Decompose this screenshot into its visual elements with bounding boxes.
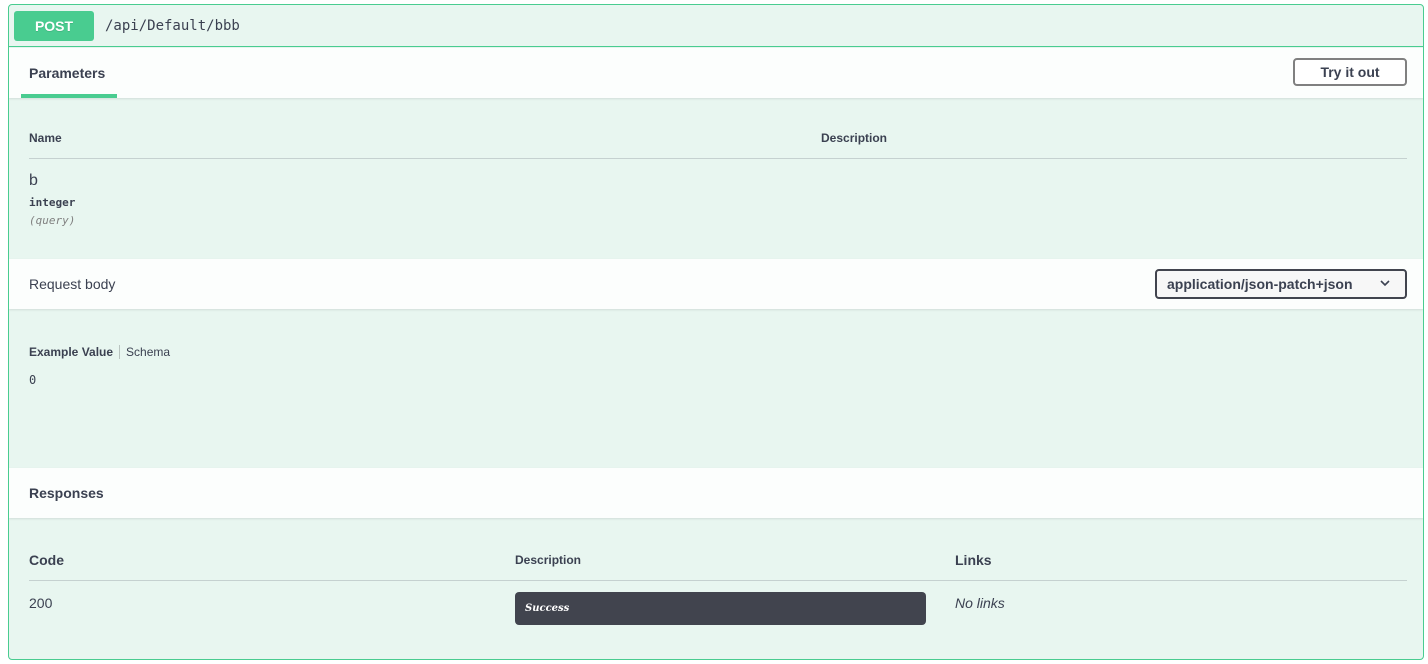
operation-block-post: POST /api/Default/bbb Parameters Try it … <box>8 4 1424 660</box>
example-value: 0 <box>29 373 37 387</box>
endpoint-path: /api/Default/bbb <box>105 18 240 34</box>
tab-active-underline <box>21 94 117 98</box>
try-it-out-button[interactable]: Try it out <box>1293 58 1407 86</box>
param-col-name: Name <box>29 131 62 145</box>
responses-title: Responses <box>29 485 104 501</box>
resp-col-description: Description <box>515 553 582 567</box>
resp-col-links: Links <box>955 552 992 568</box>
responses-header: Responses <box>9 468 1423 518</box>
param-col-description: Description <box>821 131 888 145</box>
tab-example-value[interactable]: Example Value <box>29 345 121 359</box>
param-name: b <box>29 172 38 189</box>
content-type-select[interactable]: application/json-patch+json <box>1155 269 1407 299</box>
response-links: No links <box>955 595 1005 611</box>
request-body-title: Request body <box>29 276 116 292</box>
response-description-text: Success <box>525 603 570 614</box>
response-description: Success <box>515 592 926 625</box>
param-location: (query) <box>29 214 76 227</box>
param-divider <box>29 158 1407 159</box>
request-body-header: Request body application/json-patch+json <box>9 259 1423 309</box>
chevron-down-icon <box>1379 277 1391 292</box>
example-schema-tabs: Example Value Schema <box>29 345 170 359</box>
tab-schema[interactable]: Schema <box>120 345 170 359</box>
operation-summary[interactable]: POST /api/Default/bbb <box>9 5 1423 47</box>
tab-parameters[interactable]: Parameters <box>29 65 105 81</box>
param-type: integer <box>29 196 76 209</box>
response-code: 200 <box>29 595 53 611</box>
content-type-value: application/json-patch+json <box>1167 276 1353 292</box>
resp-divider <box>29 580 1407 581</box>
resp-col-code: Code <box>29 552 64 568</box>
parameters-header: Parameters Try it out <box>9 48 1423 98</box>
method-badge: POST <box>14 11 94 41</box>
